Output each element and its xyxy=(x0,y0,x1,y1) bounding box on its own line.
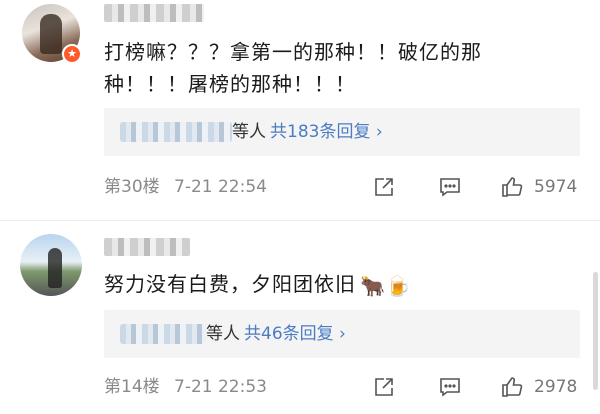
comment-item: 努力没有白费，夕阳团依旧 🐂🍺 等人 共46条回复 › 第14楼 7-21 22:5… xyxy=(0,222,600,414)
thumbs-up-icon[interactable] xyxy=(500,375,524,399)
share-icon[interactable] xyxy=(372,175,396,199)
reply-names-blurred xyxy=(120,122,232,142)
view-replies-link[interactable]: 共46条回复 › xyxy=(244,324,346,344)
timestamp: 7-21 22:54 xyxy=(174,177,267,197)
reply-suffix: 等人 xyxy=(232,122,266,142)
comment-icon[interactable] xyxy=(438,175,462,199)
username-blurred[interactable] xyxy=(104,238,190,256)
share-icon[interactable] xyxy=(372,375,396,399)
floor-number: 第14楼 xyxy=(104,377,160,397)
comment-meta: 第14楼 7-21 22:53 2978 xyxy=(104,372,600,402)
divider xyxy=(0,220,600,221)
comment-text-content: 努力没有白费，夕阳团依旧 xyxy=(104,272,356,296)
comment-text: 打榜嘛？？？拿第一的那种！！破亿的那种！！！屠榜的那种！！！ xyxy=(104,40,482,96)
reply-suffix: 等人 xyxy=(206,324,240,344)
view-replies-link[interactable]: 共183条回复 › xyxy=(270,122,383,142)
timestamp: 7-21 22:53 xyxy=(174,377,267,397)
like-count: 5974 xyxy=(534,177,578,197)
reply-summary[interactable]: 等人 共46条回复 › xyxy=(104,310,580,358)
comment-item: ★ 打榜嘛？？？拿第一的那种！！破亿的那种！！！屠榜的那种！！！ 等人 共183条… xyxy=(0,0,600,222)
scrollbar[interactable] xyxy=(593,272,598,390)
comment-icon[interactable] xyxy=(438,375,462,399)
floor-number: 第30楼 xyxy=(104,177,160,197)
username-blurred[interactable] xyxy=(104,4,204,22)
comment-text: 努力没有白费，夕阳团依旧 🐂🍺 xyxy=(104,268,560,302)
thumbs-up-icon[interactable] xyxy=(500,175,524,199)
avatar[interactable] xyxy=(20,234,82,296)
like-count: 2978 xyxy=(534,377,578,397)
reply-names-blurred xyxy=(120,324,206,344)
medal-icon: ★ xyxy=(62,44,82,64)
comment-meta: 第30楼 7-21 22:54 5974 xyxy=(104,172,600,202)
bull-beer-emoji: 🐂🍺 xyxy=(360,274,412,298)
reply-summary[interactable]: 等人 共183条回复 › xyxy=(104,108,580,156)
